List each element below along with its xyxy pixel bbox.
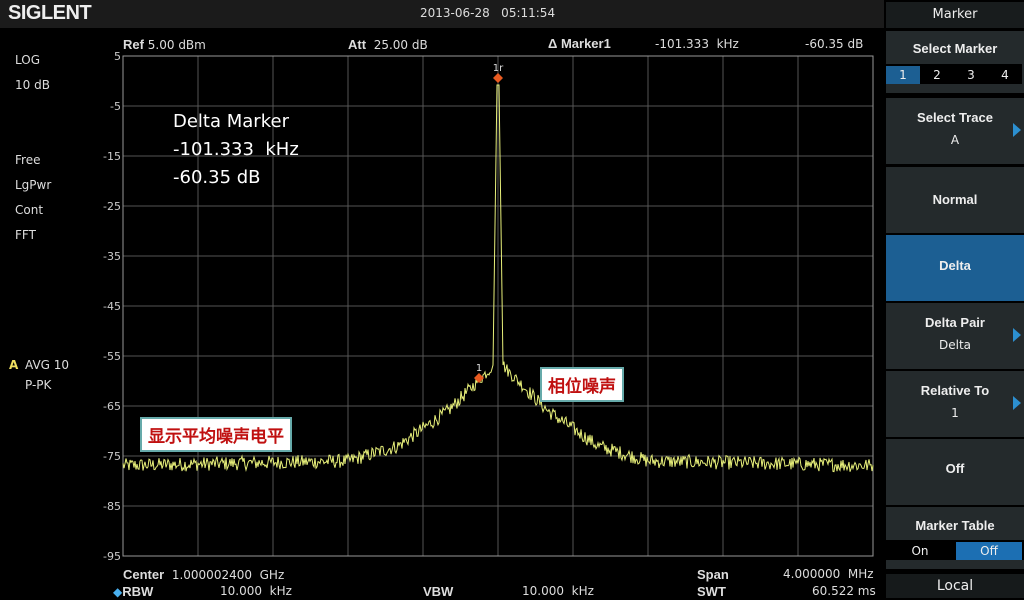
spectrum-plot: 5 -5 -15 -25 -35 -45 -55 -65 -75 -85 -95 1r 1 [103, 50, 874, 563]
y-tick-label: -55 [103, 350, 121, 363]
delta-label: Delta [939, 258, 971, 273]
normal-label: Normal [932, 192, 978, 207]
submenu-arrow-icon [1013, 396, 1021, 410]
off-label: Off [945, 461, 965, 476]
center-label: Center [123, 567, 165, 582]
marker-3-button[interactable]: 3 [954, 66, 988, 84]
submenu-arrow-icon [1013, 328, 1021, 342]
menu-title: Marker [886, 2, 1024, 28]
marker-4-button[interactable]: 4 [988, 66, 1022, 84]
y-tick-label: -95 [103, 550, 121, 563]
select-trace-key[interactable]: Select Trace A [886, 98, 1024, 164]
marker-table-on[interactable]: On [887, 542, 953, 560]
y-tick-label: -65 [103, 400, 121, 413]
y-tick-label: -85 [103, 500, 121, 513]
y-tick-label: -5 [110, 100, 121, 113]
rbw-label: RBW [122, 584, 154, 599]
y-tick-label: 5 [114, 50, 121, 63]
span-value: 4.000000 MHz [783, 567, 874, 581]
overlay-level: -60.35 dB [173, 167, 261, 188]
delta-pair-key[interactable]: Delta Pair Delta [886, 303, 1024, 369]
submenu-arrow-icon [1013, 123, 1021, 137]
delta-pair-value: Delta [938, 338, 971, 352]
delta-key[interactable]: Delta [886, 235, 1024, 301]
center-value: 1.000002400 GHz [171, 568, 285, 582]
local-button[interactable]: Local [886, 574, 1024, 598]
annotation-phase-noise: 相位噪声 [540, 367, 624, 402]
softkey-panel: Marker Select Marker 1 2 3 4 Select Trac… [884, 0, 1024, 600]
vbw-value: 10.000 kHz [522, 584, 594, 598]
select-marker-label: Select Marker [912, 41, 998, 56]
marker-1-label: 1 [476, 363, 482, 374]
vbw-label: VBW [423, 584, 454, 599]
relative-to-key[interactable]: Relative To 1 [886, 371, 1024, 437]
swt-value: 60.522 ms [812, 584, 876, 598]
normal-key[interactable]: Normal [886, 167, 1024, 233]
marker-1r-diamond-icon [493, 73, 503, 83]
overlay-title: Delta Marker [173, 111, 289, 132]
marker-1-button[interactable]: 1 [886, 66, 920, 84]
marker-table-off[interactable]: Off [956, 542, 1022, 560]
overlay-freq: -101.333 kHz [173, 139, 299, 160]
marker-2-button[interactable]: 2 [920, 66, 954, 84]
relative-to-value: 1 [951, 406, 959, 420]
y-tick-label: -15 [103, 150, 121, 163]
marker-table-label: Marker Table [915, 518, 995, 533]
rbw-value: 10.000 kHz [220, 584, 292, 598]
select-trace-label: Select Trace [917, 110, 993, 125]
y-tick-label: -45 [103, 300, 121, 313]
span-label: Span [697, 567, 729, 582]
off-key[interactable]: Off [886, 439, 1024, 505]
y-tick-label: -75 [103, 450, 121, 463]
relative-to-label: Relative To [920, 383, 990, 398]
select-marker-key[interactable]: Select Marker 1 2 3 4 [886, 31, 1024, 93]
marker-table-key[interactable]: Marker Table On Off [886, 507, 1024, 569]
delta-pair-label: Delta Pair [925, 315, 985, 330]
marker-1r-label: 1r [493, 63, 504, 74]
y-tick-label: -35 [103, 250, 121, 263]
select-trace-value: A [950, 133, 960, 147]
annotation-noise-floor: 显示平均噪声电平 [140, 417, 292, 452]
swt-label: SWT [697, 584, 726, 599]
y-tick-label: -25 [103, 200, 121, 213]
